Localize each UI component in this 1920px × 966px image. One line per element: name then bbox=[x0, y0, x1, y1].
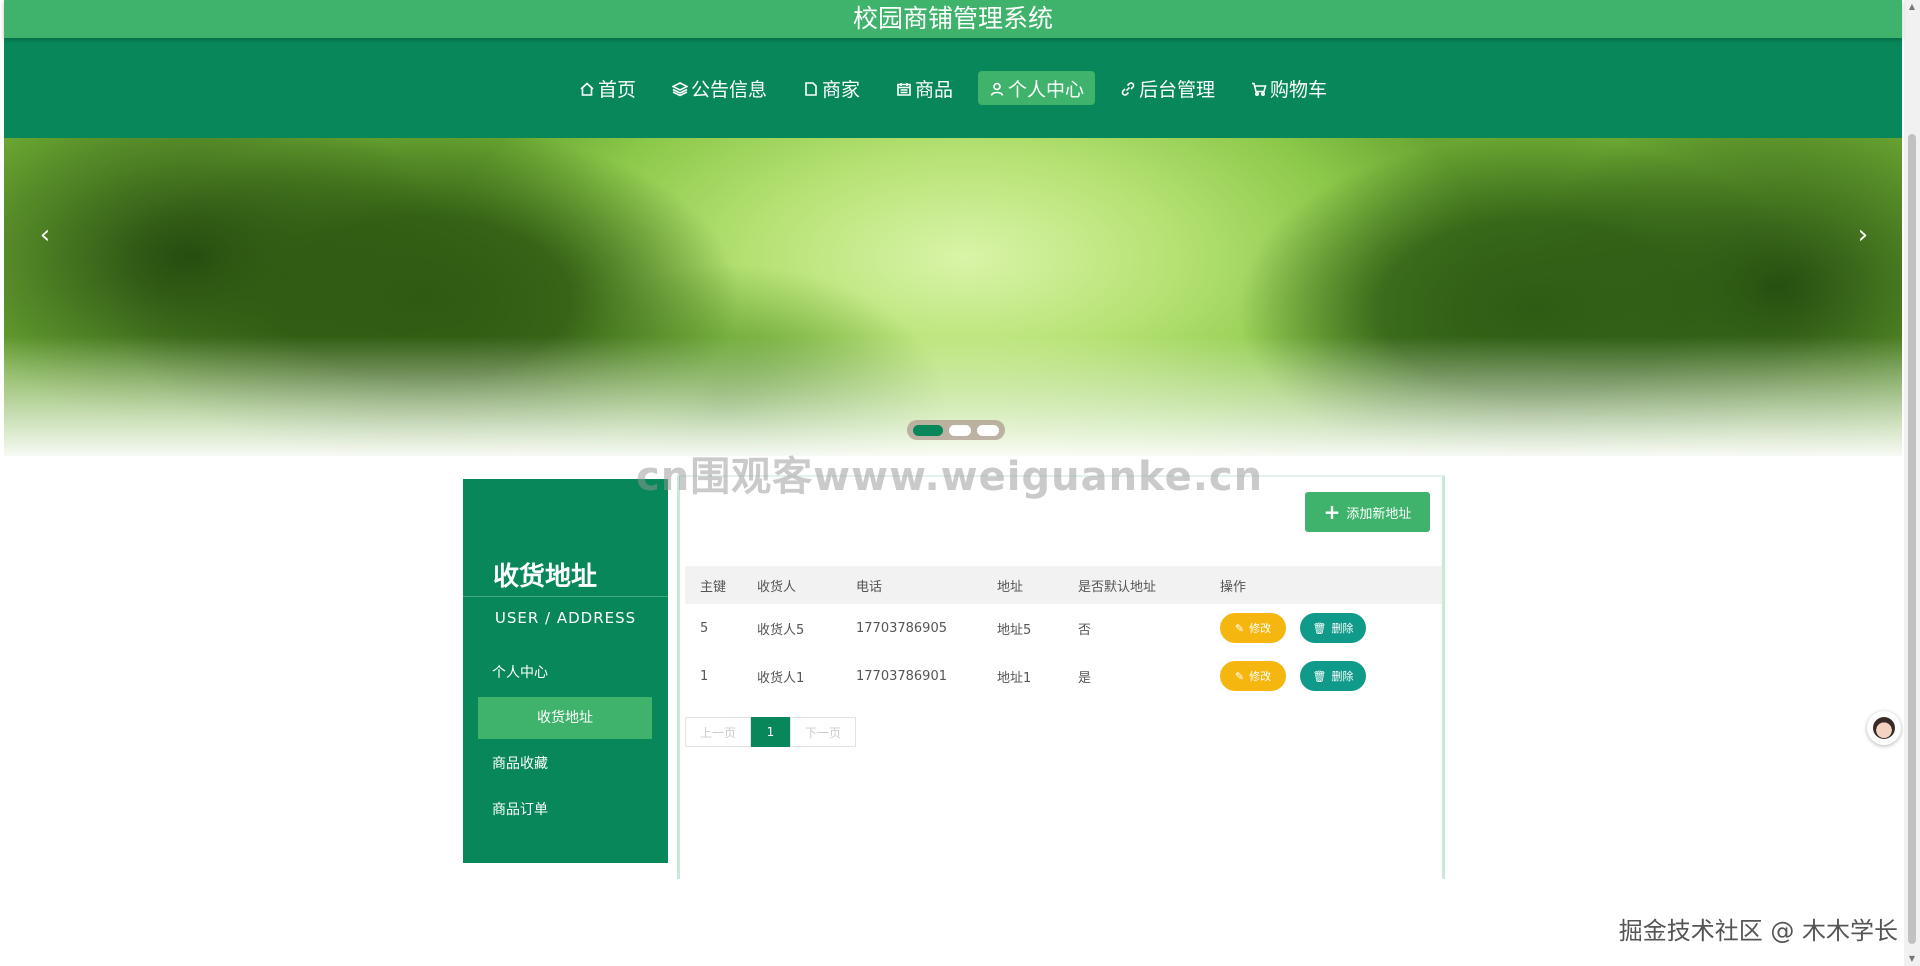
nav-item-cart[interactable]: 购物车 bbox=[1240, 71, 1338, 105]
address-panel: + 添加新地址 主键 收货人 电话 地址 是否默认地址 操作 5 收货人5 17… bbox=[677, 475, 1445, 879]
pencil-icon: ✎ bbox=[1234, 669, 1245, 683]
page-scrollbar[interactable]: ▲ ▼ bbox=[1904, 0, 1920, 966]
column-header: 地址 bbox=[997, 579, 1024, 595]
calendar-icon bbox=[896, 80, 912, 96]
cart-icon bbox=[1251, 80, 1267, 97]
cell-phone: 17703786905 bbox=[856, 620, 947, 636]
table-header: 主键 收货人 电话 地址 是否默认地址 操作 bbox=[685, 566, 1442, 604]
sidebar: 收货地址 USER / ADDRESS 个人中心 收货地址 商品收藏 商品订单 bbox=[463, 479, 683, 863]
banner-carousel: ‹ › bbox=[4, 138, 1902, 456]
cell-name: 收货人1 bbox=[757, 670, 805, 686]
table-row: 5 收货人5 17703786905 地址5 否 ✎ 修改 🗑 删除 bbox=[685, 604, 1442, 652]
nav-item-label: 个人中心 bbox=[1008, 78, 1085, 101]
sidebar-item-address[interactable]: 收货地址 bbox=[478, 697, 652, 739]
scroll-down-icon[interactable]: ▼ bbox=[1904, 952, 1920, 966]
table-row: 1 收货人1 17703786901 地址1 是 ✎ 修改 🗑 删除 bbox=[685, 652, 1442, 700]
page-icon bbox=[803, 80, 819, 96]
sidebar-divider bbox=[463, 596, 683, 597]
plus-icon: + bbox=[1323, 500, 1341, 524]
banner-indicator bbox=[907, 420, 1005, 440]
watermark-bottom: 掘金技术社区 @ 木木学长 bbox=[1618, 917, 1898, 945]
nav-item-user-center[interactable]: 个人中心 bbox=[978, 71, 1096, 105]
nav-item-merchants[interactable]: 商家 bbox=[792, 71, 871, 105]
address-table: 主键 收货人 电话 地址 是否默认地址 操作 5 收货人5 1770378690… bbox=[685, 566, 1442, 700]
add-address-button[interactable]: + 添加新地址 bbox=[1305, 492, 1430, 532]
trash-icon: 🗑 bbox=[1312, 669, 1327, 683]
banner-next-arrow-icon[interactable]: › bbox=[1848, 220, 1878, 250]
nav-item-products[interactable]: 商品 bbox=[885, 71, 964, 105]
system-title: 校园商铺管理系统 bbox=[4, 0, 1902, 38]
delete-button[interactable]: 🗑 删除 bbox=[1300, 613, 1366, 643]
edit-button[interactable]: ✎ 修改 bbox=[1220, 661, 1286, 691]
nav-item-label: 后台管理 bbox=[1139, 78, 1216, 101]
cell-phone: 17703786901 bbox=[856, 668, 947, 684]
sidebar-item-user-center[interactable]: 个人中心 bbox=[478, 652, 652, 694]
user-icon bbox=[989, 80, 1005, 96]
home-icon bbox=[579, 80, 595, 96]
delete-label: 删除 bbox=[1331, 670, 1354, 683]
scroll-up-icon[interactable]: ▲ bbox=[1904, 0, 1920, 14]
edit-label: 修改 bbox=[1249, 622, 1272, 635]
watermark-center: cn围观客www.weiguanke.cn bbox=[636, 454, 1264, 500]
nav-item-label: 购物车 bbox=[1270, 78, 1328, 101]
trash-icon: 🗑 bbox=[1312, 621, 1327, 635]
nav-item-admin[interactable]: 后台管理 bbox=[1109, 71, 1226, 105]
cell-actions: ✎ 修改 🗑 删除 bbox=[1220, 613, 1440, 643]
link-icon bbox=[1120, 80, 1136, 96]
top-nav: 首页 公告信息 商家 商品 个人中心 后台管理 购物车 bbox=[4, 38, 1902, 138]
cell-address: 地址1 bbox=[997, 670, 1032, 686]
scroll-thumb[interactable] bbox=[1908, 134, 1916, 944]
sidebar-item-orders[interactable]: 商品订单 bbox=[478, 789, 652, 831]
delete-label: 删除 bbox=[1331, 622, 1354, 635]
pagination: 上一页 1 下一页 bbox=[685, 717, 856, 747]
nav-item-label: 商家 bbox=[821, 78, 860, 101]
column-header: 操作 bbox=[1220, 579, 1247, 595]
edit-label: 修改 bbox=[1249, 670, 1272, 683]
sidebar-item-favorites[interactable]: 商品收藏 bbox=[478, 743, 652, 785]
current-page-button[interactable]: 1 bbox=[751, 717, 790, 747]
avatar-face-icon bbox=[1873, 717, 1895, 739]
assistant-avatar[interactable] bbox=[1867, 711, 1901, 745]
banner-prev-arrow-icon[interactable]: ‹ bbox=[30, 220, 60, 250]
sidebar-subtitle: USER / ADDRESS bbox=[494, 609, 637, 627]
layers-icon bbox=[671, 80, 689, 97]
cell-actions: ✎ 修改 🗑 删除 bbox=[1220, 661, 1440, 691]
banner-dot-2[interactable] bbox=[949, 424, 971, 436]
pencil-icon: ✎ bbox=[1234, 621, 1245, 635]
sidebar-title: 收货地址 bbox=[493, 562, 598, 592]
nav-item-label: 首页 bbox=[597, 78, 636, 101]
cell-default: 是 bbox=[1078, 670, 1092, 686]
cell-id: 1 bbox=[700, 668, 709, 684]
cell-name: 收货人5 bbox=[757, 622, 805, 638]
add-address-label: 添加新地址 bbox=[1346, 506, 1412, 522]
column-header: 收货人 bbox=[757, 579, 797, 595]
delete-button[interactable]: 🗑 删除 bbox=[1300, 661, 1366, 691]
nav-item-notices[interactable]: 公告信息 bbox=[661, 71, 778, 105]
nav-item-label: 公告信息 bbox=[690, 78, 767, 101]
banner-dot-1[interactable] bbox=[913, 424, 943, 436]
nav-item-label: 商品 bbox=[914, 78, 953, 101]
page: 校园商铺管理系统 首页 公告信息 商家 商品 个人中心 后台管理 购物车 ‹ ›… bbox=[0, 0, 1920, 966]
next-page-button[interactable]: 下一页 bbox=[790, 717, 856, 747]
column-header: 电话 bbox=[856, 579, 883, 595]
cell-id: 5 bbox=[700, 620, 709, 636]
banner-dot-3[interactable] bbox=[977, 424, 999, 436]
prev-page-button[interactable]: 上一页 bbox=[685, 717, 751, 747]
column-header: 是否默认地址 bbox=[1078, 579, 1157, 595]
nav-item-home[interactable]: 首页 bbox=[568, 71, 647, 105]
column-header: 主键 bbox=[700, 579, 727, 595]
cell-default: 否 bbox=[1078, 622, 1092, 638]
cell-address: 地址5 bbox=[997, 622, 1032, 638]
edit-button[interactable]: ✎ 修改 bbox=[1220, 613, 1286, 643]
